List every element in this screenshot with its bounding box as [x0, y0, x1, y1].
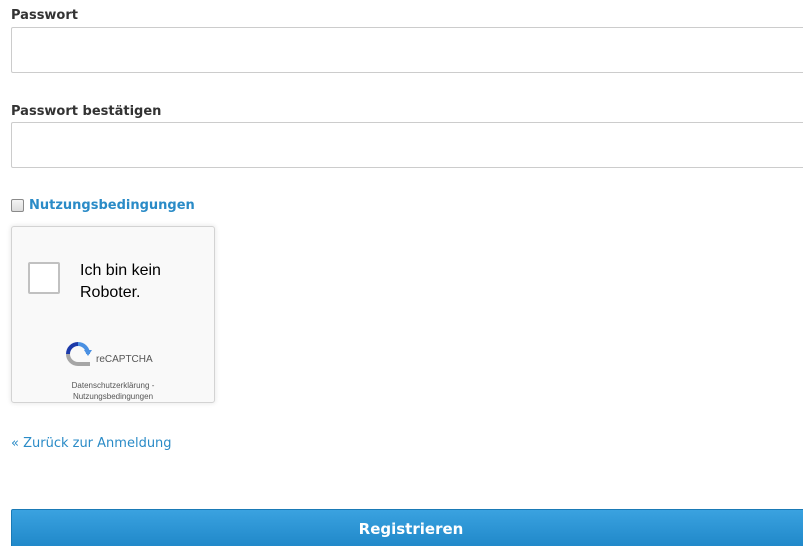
recaptcha-privacy-link[interactable]: Datenschutzerklärung	[72, 381, 150, 390]
terms-checkbox[interactable]	[11, 198, 24, 212]
recaptcha-terms-link[interactable]: Nutzungsbedingungen	[73, 392, 153, 401]
back-to-login-link[interactable]: « Zurück zur Anmeldung	[11, 436, 172, 451]
terms-row: Nutzungsbedingungen	[11, 196, 195, 214]
recaptcha-links: Datenschutzerklärung - Nutzungsbedingung…	[12, 380, 214, 402]
password-label: Passwort	[11, 8, 78, 23]
recaptcha-links-separator: -	[151, 381, 155, 390]
registration-form: Passwort Passwort bestätigen Nutzungsbed…	[0, 0, 803, 546]
password-input[interactable]	[11, 27, 803, 73]
confirm-password-input[interactable]	[11, 122, 803, 168]
recaptcha-checkbox[interactable]	[28, 262, 60, 294]
recaptcha-label: Ich bin kein Roboter.	[80, 262, 161, 301]
recaptcha-widget: Ich bin kein Roboter. reCAPTCHA Datensch…	[11, 226, 215, 403]
terms-link[interactable]: Nutzungsbedingungen	[29, 198, 195, 213]
recaptcha-logo-icon	[66, 342, 92, 366]
recaptcha-brand: reCAPTCHA	[96, 354, 153, 365]
confirm-password-label: Passwort bestätigen	[11, 104, 162, 119]
register-button[interactable]: Registrieren	[11, 509, 803, 546]
